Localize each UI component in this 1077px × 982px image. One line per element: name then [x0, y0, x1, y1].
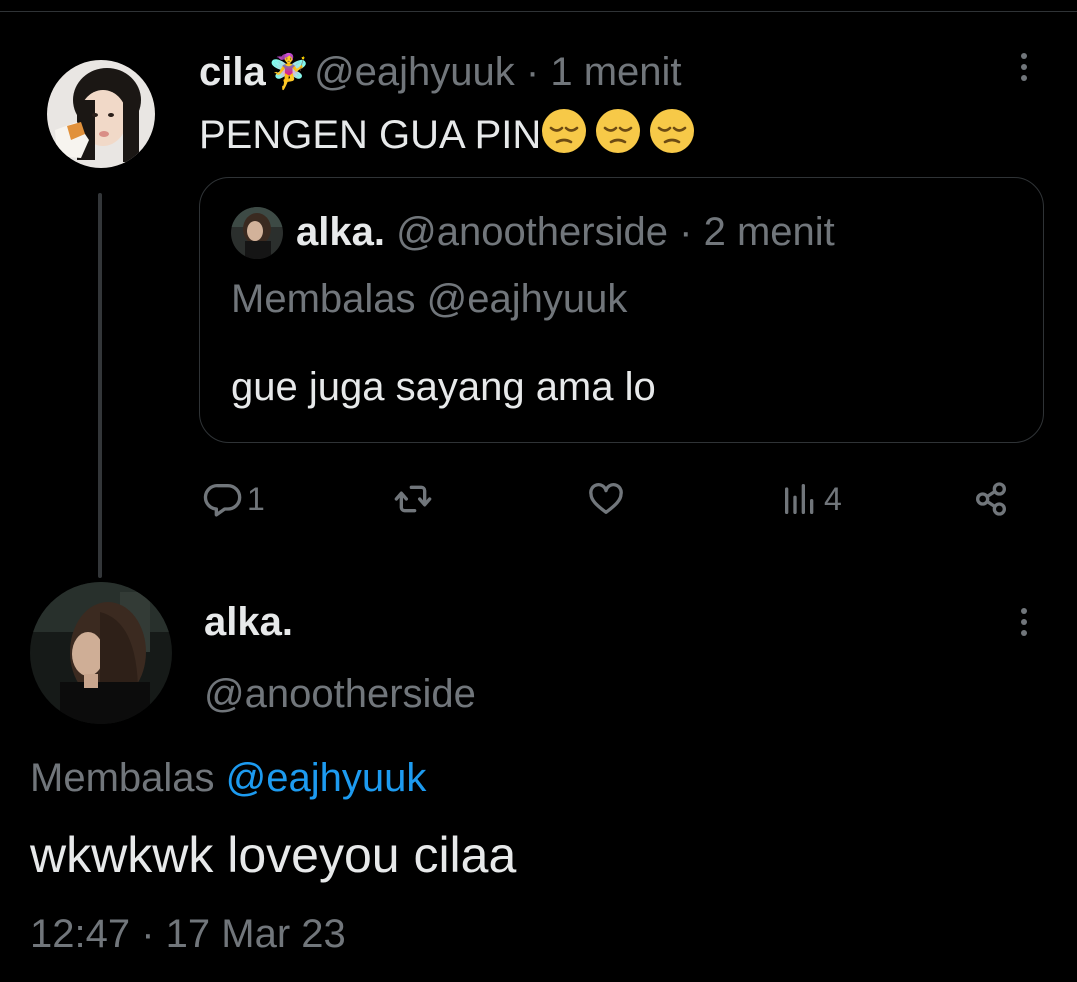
share-button[interactable]: [971, 472, 1011, 526]
tweet1-separator: ·: [525, 50, 540, 94]
tweet1-time[interactable]: 1 menit: [550, 50, 681, 94]
reply-button[interactable]: 1: [203, 472, 265, 526]
quoted-reply-context: Membalas @eajhyuuk: [231, 277, 628, 321]
retweet-icon: [394, 485, 432, 513]
thread-connector-line: [98, 193, 102, 578]
views-icon: [785, 484, 814, 514]
quoted-separator: ·: [679, 210, 693, 254]
tweet1-display-name[interactable]: cila: [199, 50, 266, 94]
top-divider: [0, 11, 1077, 12]
tweet2-display-name[interactable]: alka.: [204, 598, 293, 646]
quoted-display-name[interactable]: alka.: [296, 210, 385, 254]
tweet2-reply-context: Membalas @eajhyuuk: [30, 754, 426, 802]
fairy-emoji: 🧚‍♀️: [267, 53, 311, 91]
reply-to-link[interactable]: @eajhyuuk: [226, 756, 427, 800]
tweet2-timestamp[interactable]: 12:47 · 17 Mar 23: [30, 910, 346, 958]
pensive-face-icon: [541, 108, 587, 154]
like-button[interactable]: [586, 472, 630, 526]
reply-count: 1: [247, 480, 265, 517]
tweet2-text: wkwkwk loveyou cilaa: [30, 827, 517, 883]
quoted-avatar: [231, 207, 283, 259]
pensive-face-icon: [649, 108, 695, 154]
tweet1-text: PENGEN GUA PIN: [199, 108, 695, 159]
share-icon: [976, 482, 1006, 516]
quoted-time: 2 menit: [703, 210, 835, 254]
views-count: 4: [824, 480, 842, 517]
tweet1-more-icon[interactable]: [1018, 53, 1030, 81]
tweet2-handle[interactable]: @anootherside: [204, 670, 476, 718]
retweet-button[interactable]: [393, 472, 437, 526]
tweet1-handle[interactable]: @eajhyuuk: [314, 50, 515, 94]
cila-avatar[interactable]: [47, 60, 155, 168]
alka-avatar[interactable]: [30, 582, 172, 724]
tweet1-text-content: PENGEN GUA PIN: [199, 113, 542, 157]
tweet1-header: cila🧚‍♀️ @eajhyuuk · 1 menit: [199, 48, 682, 96]
reply-prefix: Membalas: [30, 756, 215, 800]
pensive-face-icon: [595, 108, 641, 154]
heart-icon: [589, 483, 623, 514]
tweet2-more-icon[interactable]: [1018, 608, 1030, 636]
views-button[interactable]: 4: [780, 472, 842, 526]
quoted-header: alka. @anootherside · 2 menit: [296, 208, 835, 256]
quoted-handle[interactable]: @anootherside: [396, 210, 668, 254]
reply-icon: [203, 483, 242, 517]
quoted-text: gue juga sayang ama lo: [231, 365, 656, 409]
